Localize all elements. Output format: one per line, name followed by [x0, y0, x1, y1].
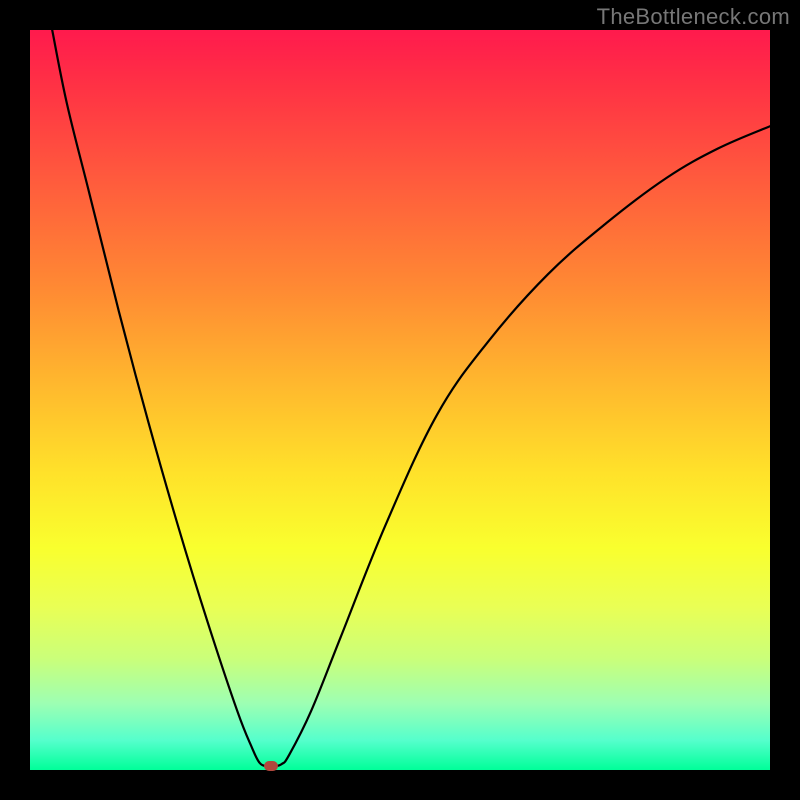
bottleneck-curve: [30, 30, 770, 770]
chart-frame: TheBottleneck.com: [0, 0, 800, 800]
optimum-marker: [264, 761, 278, 771]
plot-area: [30, 30, 770, 770]
watermark-text: TheBottleneck.com: [597, 4, 790, 30]
